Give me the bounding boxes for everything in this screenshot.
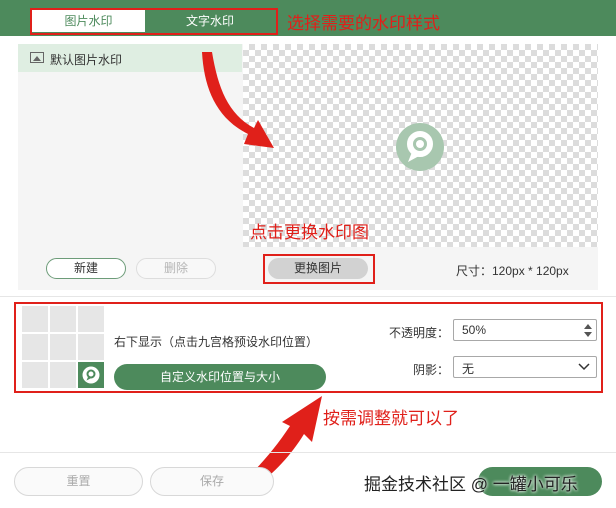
grid-cell-top-center[interactable] [50,306,76,332]
watermark-list: 默认图片水印 [18,44,242,247]
reset-button[interactable]: 重置 [14,467,143,496]
watermark-logo-icon [396,123,444,171]
position-grid [22,306,104,388]
grid-cell-center[interactable] [50,334,76,360]
grid-cell-bottom-center[interactable] [50,362,76,388]
annotation-replace-image: 点击更换水印图 [250,223,369,242]
tab-image-watermark[interactable]: 图片水印 [32,10,145,32]
opacity-value: 50% [462,323,487,337]
chevron-down-icon[interactable] [584,332,592,337]
site-watermark: 掘金技术社区 @ 一罐小可乐 [364,475,578,494]
footer-divider [0,452,616,453]
grid-cell-middle-right[interactable] [78,334,104,360]
chevron-up-icon[interactable] [584,324,592,329]
divider [0,296,616,297]
watermark-logo-icon [82,366,100,384]
annotation-choose-style: 选择需要的水印样式 [287,14,440,33]
watermark-preview [243,44,598,247]
custom-position-button[interactable]: 自定义水印位置与大小 [114,364,326,390]
opacity-label: 不透明度： [389,326,450,340]
shadow-label: 阴影： [413,363,450,377]
grid-cell-top-right[interactable] [78,306,104,332]
size-text: 尺寸：120px * 120px [456,264,569,278]
grid-cell-bottom-left[interactable] [22,362,48,388]
chevron-down-icon [578,363,590,371]
list-item-default-image[interactable]: 默认图片水印 [18,44,242,72]
list-item-label: 默认图片水印 [50,53,123,67]
new-button[interactable]: 新建 [46,258,126,279]
delete-button[interactable]: 删除 [136,258,216,279]
tab-text-watermark[interactable]: 文字水印 [145,10,275,32]
opacity-stepper[interactable]: 50% [453,319,597,341]
grid-cell-top-left[interactable] [22,306,48,332]
grid-cell-middle-left[interactable] [22,334,48,360]
grid-cell-bottom-right[interactable] [78,362,104,388]
shadow-value: 无 [462,362,475,376]
shadow-select[interactable]: 无 [453,356,597,378]
save-button[interactable]: 保存 [150,467,274,496]
replace-image-button[interactable]: 更换图片 [268,258,368,279]
annotation-adjust: 按需调整就可以了 [323,409,459,428]
image-icon [30,52,44,63]
position-description: 右下显示（点击九宫格预设水印位置） [114,335,319,349]
